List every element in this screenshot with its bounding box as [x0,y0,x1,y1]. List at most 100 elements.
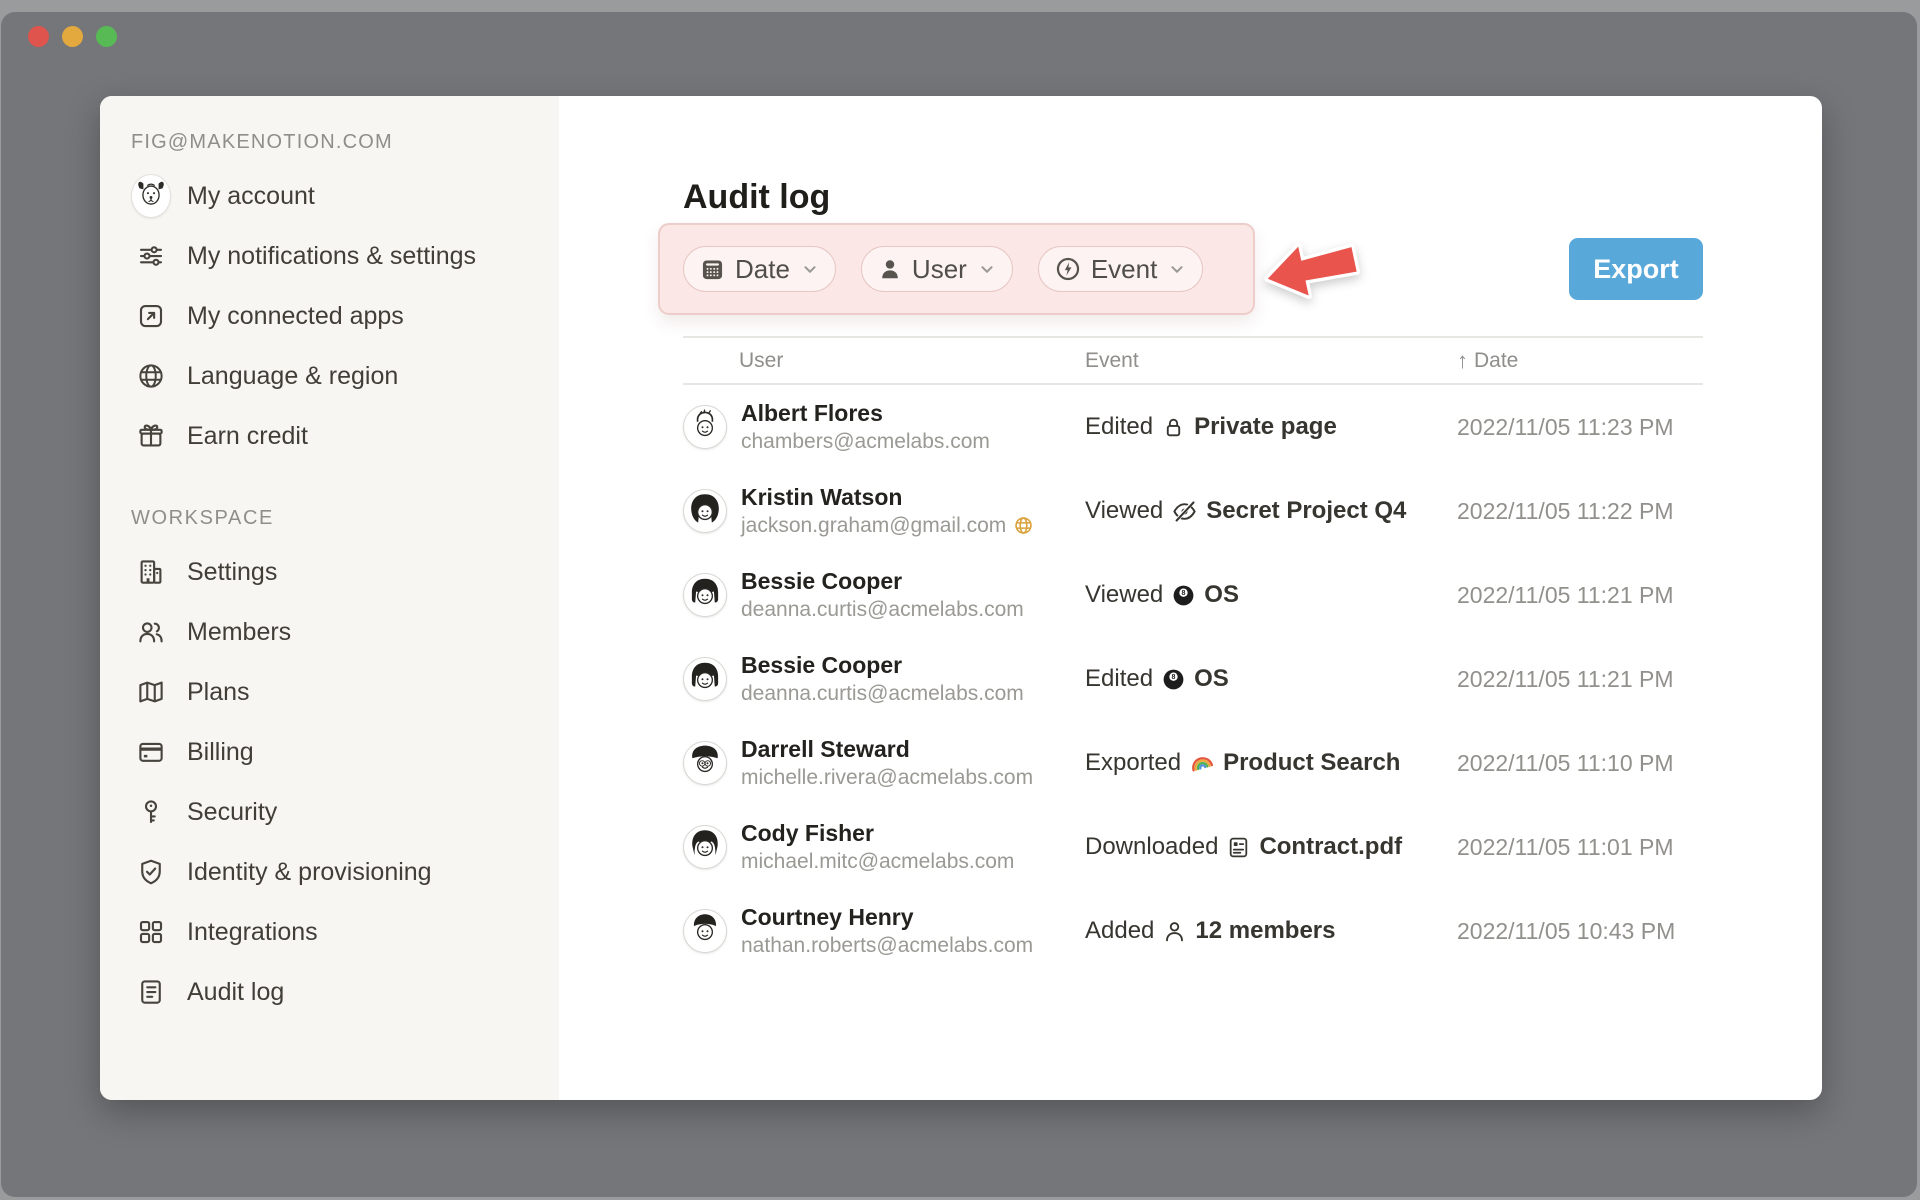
user-email: michael.mitc@acmelabs.com [741,848,1014,875]
sidebar-item-label: My notifications & settings [187,242,476,271]
table-row: Kristin Watson jackson.graham@gmail.com … [683,469,1703,553]
event-object: Private page [1194,413,1337,441]
building-icon [131,557,171,587]
user-name: Albert Flores [741,399,990,428]
workspace-section-label: WORKSPACE [131,502,559,534]
bolt-circle-icon [1054,255,1082,283]
svg-text:8: 8 [1172,673,1176,681]
event-verb: Viewed [1085,581,1163,609]
user-email: deanna.curtis@acmelabs.com [741,680,1024,707]
sidebar-item-earn-credit[interactable]: Earn credit [131,406,559,466]
chevron-down-icon [799,258,821,280]
user-email: nathan.roberts@acmelabs.com [741,932,1033,959]
user-name: Kristin Watson [741,483,1034,512]
event-verb: Edited [1085,665,1153,693]
user-email: deanna.curtis@acmelabs.com [741,596,1024,623]
annotation-arrow-left-icon [1261,231,1361,308]
lock-icon [1161,415,1186,440]
event-object: Product Search [1223,749,1400,777]
sidebar-item-label: Members [187,618,291,647]
event-filter-label: Event [1091,254,1158,285]
avatar [683,657,727,701]
export-button[interactable]: Export [1569,238,1703,300]
event-date: 2022/11/05 11:10 PM [1457,750,1703,777]
sidebar-item-billing[interactable]: Billing [131,722,559,782]
avatar [683,825,727,869]
sidebar-item-plans[interactable]: Plans [131,662,559,722]
sidebar-item-settings[interactable]: Settings [131,542,559,602]
event-verb: Added [1085,917,1154,945]
sidebar-item-integrations[interactable]: Integrations [131,902,559,962]
table-header: User Event ↑ Date [683,336,1703,385]
filter-row: Date User Event [658,223,1703,315]
people-icon [131,617,171,647]
sort-ascending-icon: ↑ [1457,348,1468,374]
key-icon [131,797,171,827]
sidebar-item-notifications-settings[interactable]: My notifications & settings [131,226,559,286]
event-date: 2022/11/05 11:22 PM [1457,498,1703,525]
event-verb: Exported [1085,749,1181,777]
guest-globe-icon [1013,515,1034,536]
column-header-event: Event [1085,349,1457,373]
user-name: Bessie Cooper [741,567,1024,596]
user-name: Bessie Cooper [741,651,1024,680]
table-row: Darrell Steward michelle.rivera@acmelabs… [683,721,1703,805]
sidebar-item-language-region[interactable]: Language & region [131,346,559,406]
event-verb: Downloaded [1085,833,1218,861]
svg-text:8: 8 [1182,589,1186,597]
user-filter-button[interactable]: User [861,246,1013,292]
sidebar-item-members[interactable]: Members [131,602,559,662]
user-email: jackson.graham@gmail.com [741,512,1006,539]
account-section: My account My notifications & settings M… [131,166,559,466]
person-outline-icon [1162,919,1187,944]
audit-log-table: User Event ↑ Date Albert Flores chambers… [683,336,1703,973]
sidebar-item-label: My account [187,182,315,211]
event-date: 2022/11/05 11:23 PM [1457,414,1703,441]
dog-avatar-icon [131,174,171,218]
avatar [683,405,727,449]
user-name: Cody Fisher [741,819,1014,848]
sidebar-item-label: My connected apps [187,302,404,331]
user-email: michelle.rivera@acmelabs.com [741,764,1033,791]
chevron-down-icon [976,258,998,280]
table-row: Bessie Cooper deanna.curtis@acmelabs.com… [683,553,1703,637]
table-row: Bessie Cooper deanna.curtis@acmelabs.com… [683,637,1703,721]
user-filter-label: User [912,254,967,285]
column-header-user: User [683,349,1085,373]
sidebar-item-label: Security [187,798,277,827]
sidebar-item-my-account[interactable]: My account [131,166,559,226]
sidebar-item-security[interactable]: Security [131,782,559,842]
event-date: 2022/11/05 11:21 PM [1457,666,1703,693]
sidebar-item-label: Identity & provisioning [187,858,432,887]
sidebar-item-identity-provisioning[interactable]: Identity & provisioning [131,842,559,902]
maximize-window-button[interactable] [96,26,117,47]
event-date: 2022/11/05 11:01 PM [1457,834,1703,861]
date-filter-button[interactable]: Date [683,246,836,292]
sidebar-item-label: Language & region [187,362,398,391]
rainbow-icon [1189,750,1215,776]
chevron-down-icon [1166,258,1188,280]
column-header-date[interactable]: ↑ Date [1457,348,1703,374]
user-email: chambers@acmelabs.com [741,428,990,455]
sidebar-item-label: Integrations [187,918,318,947]
sidebar-item-label: Earn credit [187,422,308,451]
settings-sidebar: FIG@MAKENOTION.COM My account My notific… [100,96,559,1100]
audit-list-icon [131,977,171,1007]
minimize-window-button[interactable] [62,26,83,47]
arrow-up-right-box-icon [131,301,171,331]
workspace-section: Settings Members Plans [131,542,559,1022]
settings-dialog: FIG@MAKENOTION.COM My account My notific… [100,96,1822,1100]
app-window: FIG@MAKENOTION.COM My account My notific… [1,12,1917,1197]
close-window-button[interactable] [28,26,49,47]
date-filter-label: Date [735,254,790,285]
table-row: Cody Fisher michael.mitc@acmelabs.com Do… [683,805,1703,889]
event-filter-button[interactable]: Event [1038,246,1204,292]
sidebar-item-label: Settings [187,558,277,587]
sidebar-item-audit-log[interactable]: Audit log [131,962,559,1022]
account-section-label: FIG@MAKENOTION.COM [131,126,559,158]
map-icon [131,677,171,707]
avatar [683,909,727,953]
sliders-icon [131,241,171,271]
sidebar-item-connected-apps[interactable]: My connected apps [131,286,559,346]
audit-log-page: Audit log Date User [559,96,1824,1100]
